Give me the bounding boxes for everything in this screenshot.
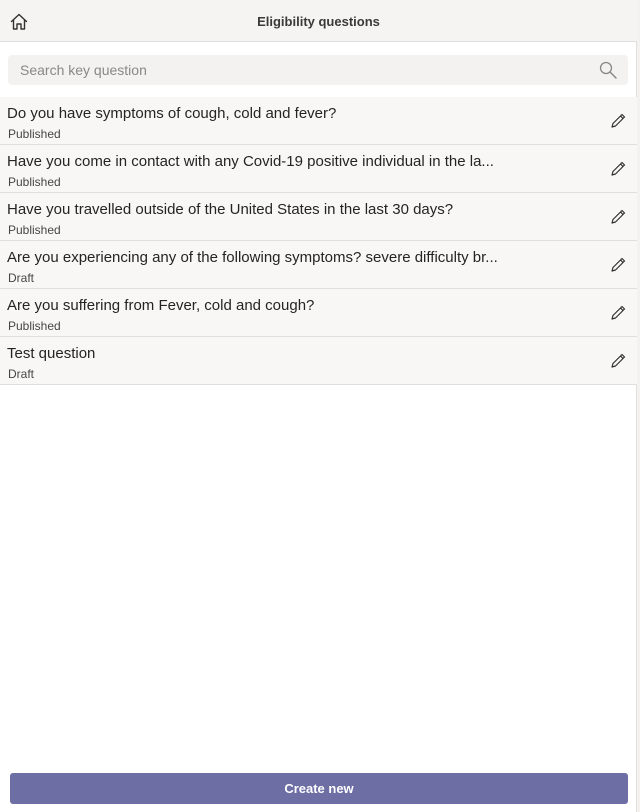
status-label: Published (8, 127, 61, 141)
pencil-icon[interactable] (609, 208, 627, 226)
status-label: Published (8, 223, 61, 237)
question-row[interactable]: Are you experiencing any of the followin… (0, 241, 637, 289)
pencil-icon[interactable] (609, 256, 627, 274)
search-box (8, 55, 628, 85)
question-row[interactable]: Have you travelled outside of the United… (0, 193, 637, 241)
question-title: Are you suffering from Fever, cold and c… (7, 297, 315, 314)
question-title: Are you experiencing any of the followin… (7, 249, 498, 266)
question-title: Have you come in contact with any Covid-… (7, 153, 494, 170)
status-label: Draft (8, 367, 35, 381)
pencil-icon[interactable] (609, 112, 627, 130)
question-row[interactable]: Do you have symptoms of cough, cold and … (0, 97, 637, 145)
question-title: Have you travelled outside of the United… (7, 201, 454, 218)
status-label: Published (8, 175, 61, 189)
question-title: Do you have symptoms of cough, cold and … (7, 105, 337, 122)
status-label: Published (8, 319, 61, 333)
page-title: Eligibility questions (257, 14, 380, 29)
pencil-icon[interactable] (609, 160, 627, 178)
search-input[interactable] (20, 55, 580, 85)
question-row[interactable]: Test question Draft (0, 337, 637, 385)
search-icon[interactable] (598, 60, 618, 80)
status-label: Draft (8, 271, 35, 285)
question-list: Do you have symptoms of cough, cold and … (0, 97, 637, 385)
pencil-icon[interactable] (609, 352, 627, 370)
create-new-button[interactable]: Create new (10, 773, 628, 804)
question-row[interactable]: Are you suffering from Fever, cold and c… (0, 289, 637, 337)
question-title: Test question (7, 345, 96, 362)
header-bar: Eligibility questions (0, 0, 637, 42)
pencil-icon[interactable] (609, 304, 627, 322)
app-window: Eligibility questions Do you have sympto… (0, 0, 637, 812)
question-row[interactable]: Have you come in contact with any Covid-… (0, 145, 637, 193)
